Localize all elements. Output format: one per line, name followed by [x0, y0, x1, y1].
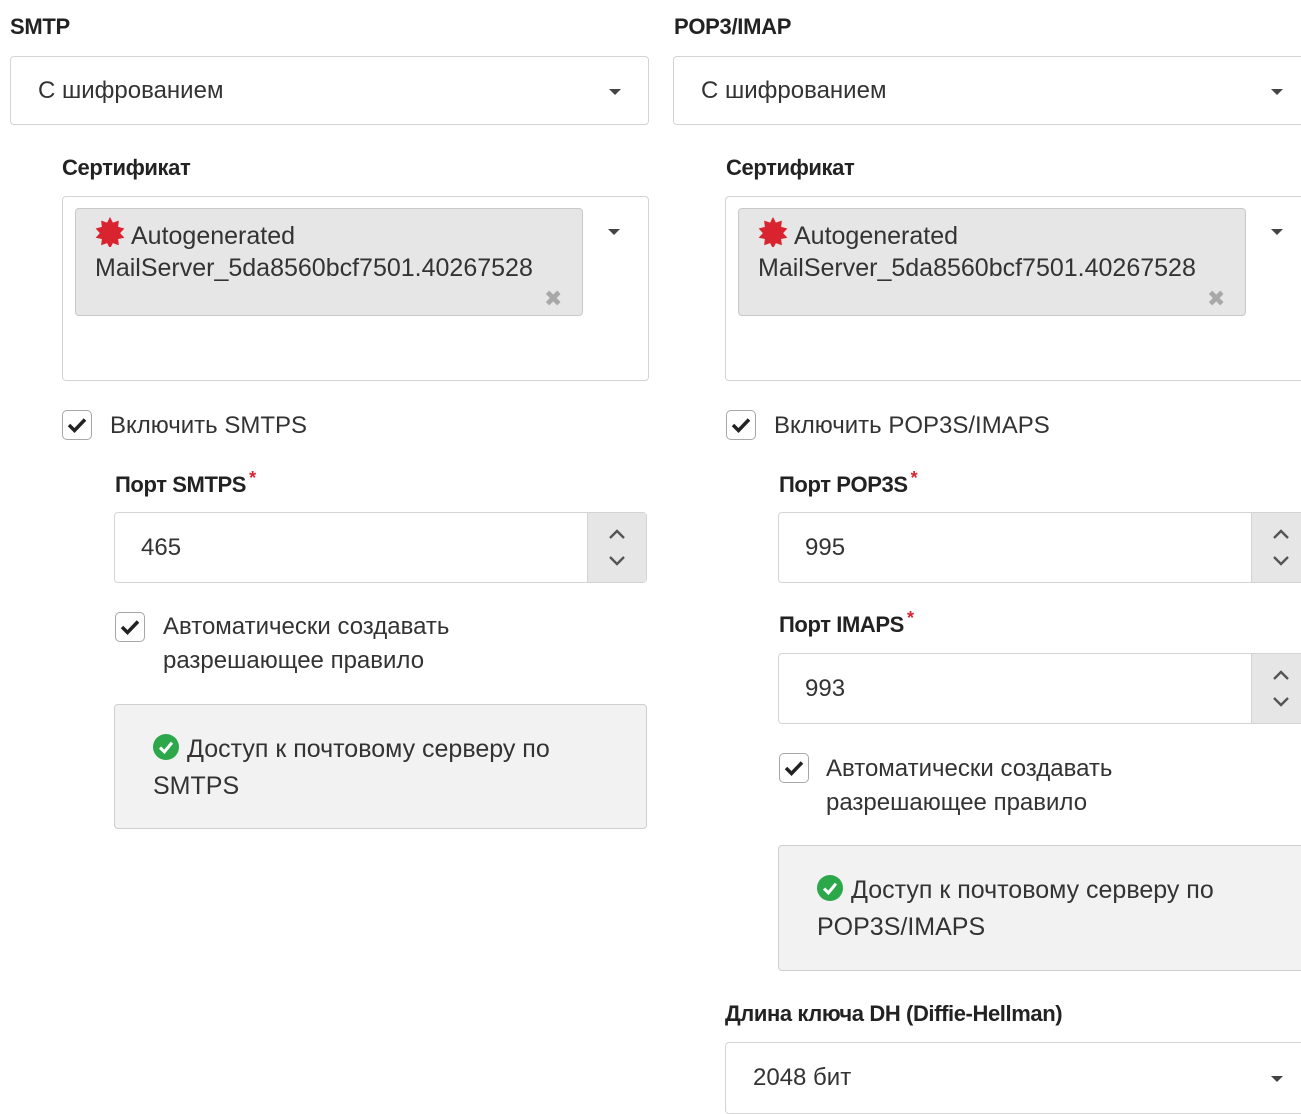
smtp-access-line1: Доступ к почтовому серверу по — [187, 735, 550, 763]
smtp-cert-name-line2: MailServer_5da8560bcf7501.40267528 — [95, 254, 533, 282]
chevron-down-icon — [1271, 229, 1283, 235]
smtp-port-value: 465 — [141, 533, 182, 561]
pop3imap-auto-rule-line2: разрешающее правило — [826, 789, 1088, 816]
pop3imap-access-line1: Доступ к почтовому серверу по — [851, 876, 1214, 904]
dh-key-length-value: 2048 бит — [753, 1064, 852, 1091]
imaps-port-input[interactable]: 993 — [778, 653, 1301, 724]
pop3s-port-label-text: Порт POP3S — [779, 472, 908, 497]
pop3imap-auto-rule-checkbox[interactable] — [779, 753, 809, 783]
required-marker: * — [906, 608, 914, 628]
certificate-seal-icon — [758, 217, 788, 247]
checkmark-icon — [784, 761, 804, 776]
smtp-cert-label: Сертификат — [62, 155, 191, 180]
pop3imap-auto-rule-label: Автоматически создавать разрешающее прав… — [826, 752, 1112, 820]
pop3imap-encryption-value: С шифрованием — [701, 76, 887, 104]
chevron-up-icon[interactable] — [1272, 669, 1290, 681]
smtp-encryption-select[interactable]: С шифрованием — [10, 56, 649, 125]
pop3s-port-stepper[interactable] — [1251, 513, 1301, 582]
pop3imap-encryption-select[interactable]: С шифрованием — [673, 56, 1301, 125]
checkmark-icon — [67, 418, 87, 433]
smtp-encryption-value: С шифрованием — [38, 76, 224, 104]
smtp-auto-rule-label: Автоматически создавать разрешающее прав… — [163, 610, 449, 678]
dh-key-length-select[interactable]: 2048 бит — [725, 1042, 1301, 1114]
chevron-down-icon — [608, 229, 620, 235]
smtp-section-title: SMTP — [10, 14, 70, 39]
smtp-auto-rule-checkbox[interactable] — [115, 612, 145, 642]
remove-tag-icon[interactable]: ✖ — [544, 288, 562, 310]
chevron-down-icon[interactable] — [1272, 696, 1290, 708]
smtp-port-label-text: Порт SMTPS — [115, 472, 247, 497]
smtp-access-line1-row: Доступ к почтовому серверу по — [153, 731, 608, 768]
required-marker: * — [910, 468, 918, 488]
smtp-cert-name-line1: Autogenerated — [131, 222, 296, 250]
chevron-down-icon[interactable] — [608, 555, 626, 567]
pop3imap-enable-checkbox[interactable] — [726, 410, 756, 440]
certificate-seal-icon — [95, 217, 125, 247]
pop3imap-access-rule-box: Доступ к почтовому серверу по POP3S/IMAP… — [778, 845, 1301, 971]
check-circle-icon — [817, 875, 843, 901]
pop3imap-cert-name-line1: Autogenerated — [794, 222, 959, 250]
pop3imap-section-title: POP3/IMAP — [674, 14, 792, 39]
pop3s-port-input[interactable]: 995 — [778, 512, 1301, 583]
smtp-enable-label: Включить SMTPS — [110, 412, 308, 439]
check-circle-icon — [153, 734, 179, 760]
smtp-access-line2: SMTPS — [153, 772, 240, 800]
checkmark-icon — [120, 620, 140, 635]
required-marker: * — [249, 468, 256, 488]
pop3imap-cert-tag: Autogenerated MailServer_5da8560bcf7501.… — [738, 208, 1246, 316]
chevron-down-icon — [1271, 89, 1283, 95]
cert-tag-line1: Autogenerated — [758, 217, 1245, 252]
chevron-down-icon — [1271, 1076, 1283, 1082]
smtp-port-label: Порт SMTPS * — [115, 468, 256, 498]
pop3s-port-value: 995 — [805, 533, 846, 561]
smtp-auto-rule-line1: Автоматически создавать — [163, 613, 450, 640]
imaps-port-label: Порт IMAPS * — [779, 608, 914, 638]
imaps-port-value: 993 — [805, 674, 846, 702]
imaps-port-label-text: Порт IMAPS — [779, 612, 904, 637]
cert-tag-line1: Autogenerated — [95, 217, 582, 252]
checkmark-icon — [731, 418, 751, 433]
pop3imap-access-line2: POP3S/IMAPS — [817, 913, 986, 941]
chevron-down-icon — [609, 89, 621, 95]
pop3imap-cert-name-line2: MailServer_5da8560bcf7501.40267528 — [758, 254, 1196, 282]
smtp-port-stepper[interactable] — [587, 513, 646, 582]
dh-key-length-label: Длина ключа DH (Diffie-Hellman) — [725, 1001, 1063, 1026]
smtp-enable-checkbox[interactable] — [62, 410, 92, 440]
smtp-cert-tag: Autogenerated MailServer_5da8560bcf7501.… — [75, 208, 583, 316]
smtp-access-rule-box: Доступ к почтовому серверу по SMTPS — [114, 704, 647, 829]
pop3imap-auto-rule-line1: Автоматически создавать — [826, 755, 1113, 782]
pop3s-port-label: Порт POP3S * — [779, 468, 918, 498]
chevron-up-icon[interactable] — [608, 528, 626, 540]
pop3imap-enable-label: Включить POP3S/IMAPS — [774, 412, 1050, 439]
pop3imap-access-line1-row: Доступ к почтовому серверу по — [817, 872, 1284, 909]
chevron-up-icon[interactable] — [1272, 528, 1290, 540]
smtp-port-input[interactable]: 465 — [114, 512, 647, 583]
remove-tag-icon[interactable]: ✖ — [1207, 288, 1225, 310]
pop3imap-cert-label: Сертификат — [726, 155, 855, 180]
imaps-port-stepper[interactable] — [1251, 654, 1301, 723]
chevron-down-icon[interactable] — [1272, 555, 1290, 567]
smtp-auto-rule-line2: разрешающее правило — [163, 647, 425, 674]
